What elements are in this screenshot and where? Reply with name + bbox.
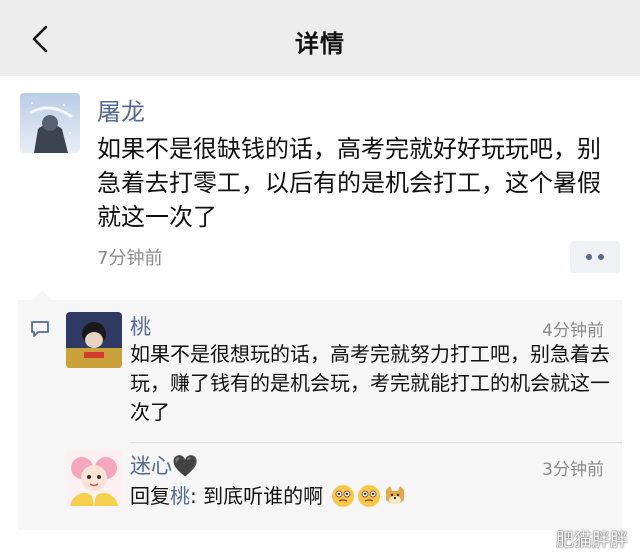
post-time: 7分钟前 [97,248,163,269]
comment-text[interactable]: 回复桃: 到底听谁的啊 [130,482,407,511]
commenter-avatar[interactable] [66,312,122,368]
more-dots-icon [598,254,604,260]
comment-text[interactable]: 如果不是很想玩的话，高考完就努力打工吧，别急着去玩，赚了钱有的是机会玩，考完就能… [130,340,610,427]
post-content: 如果不是很缺钱的话，高考完就好好玩玩吧，别急着去打零工，以后有的是机会打工，这个… [97,135,601,231]
comment-icon [31,321,49,337]
top-bar: 详情 [0,0,640,76]
reply-mention[interactable]: 桃 [170,484,190,508]
watermark: 肥猫胖胖 [556,530,628,551]
comment-divider [130,442,622,443]
comment-time: 4分钟前 [542,321,604,341]
comments-caret [32,290,52,300]
comment-time: 3分钟前 [542,460,604,480]
post-author-name[interactable]: 屠龙 [97,92,145,127]
comment-author-name[interactable]: 迷心🖤 [130,450,198,480]
page-title: 详情 [295,30,345,58]
more-button[interactable] [570,241,620,273]
author-avatar[interactable] [20,93,80,153]
thinking-face-emoji [332,485,355,507]
doge-emoji [386,486,405,504]
more-dots-icon [586,254,592,260]
moment-post: 屠龙 如果不是很缺钱的话，高考完就好好玩玩吧，别急着去打零工，以后有的是机会打工… [0,76,640,300]
reply-text: : 到底听谁的啊 [190,484,324,508]
comment-author-name[interactable]: 桃 [130,311,151,341]
comments-panel: 桃 4分钟前 如果不是很想玩的话，高考完就努力打工吧，别急着去玩，赚了钱有的是机… [18,300,622,530]
commenter-avatar[interactable] [66,450,122,506]
reply-prefix: 回复 [130,484,170,508]
thinking-face-emoji [358,485,381,507]
